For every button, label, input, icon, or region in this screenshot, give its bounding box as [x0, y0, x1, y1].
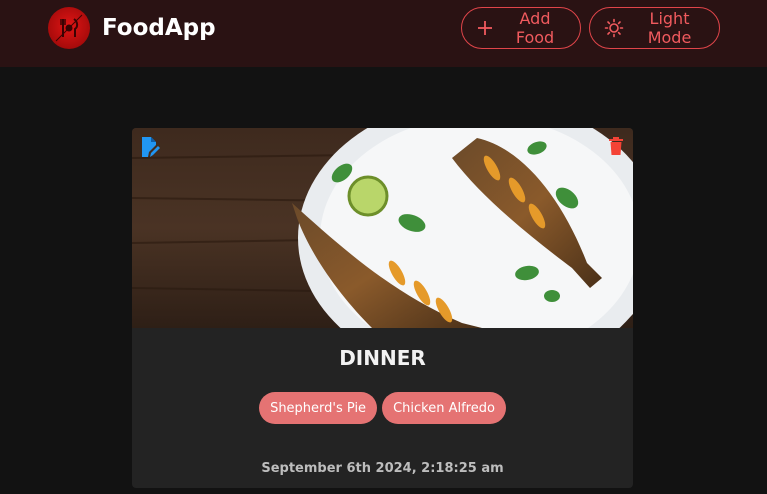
- fork-knife-logo-icon: [48, 7, 90, 49]
- brand-name: FoodApp: [102, 15, 216, 41]
- food-tag-chip[interactable]: Chicken Alfredo: [382, 392, 506, 424]
- navbar: FoodApp Add Food Light Mode: [0, 0, 767, 67]
- meal-type-title: DINNER: [339, 346, 426, 370]
- meal-image: [132, 128, 633, 328]
- meal-timestamp: September 6th 2024, 2:18:25 am: [261, 461, 504, 476]
- food-tag-chip[interactable]: Shepherd's Pie: [259, 392, 378, 424]
- food-tags: Shepherd's Pie Chicken Alfredo: [132, 392, 633, 424]
- light-mode-button[interactable]: Light Mode: [589, 7, 720, 49]
- edit-icon[interactable]: [140, 136, 160, 158]
- light-mode-label: Light Mode: [647, 9, 692, 47]
- trash-icon[interactable]: [609, 137, 623, 155]
- brand[interactable]: FoodApp: [48, 7, 216, 49]
- plus-icon: [478, 21, 492, 35]
- add-food-button[interactable]: Add Food: [461, 7, 581, 49]
- add-food-label: Add Food: [515, 9, 555, 47]
- meal-card: DINNER Shepherd's Pie Chicken Alfredo Se…: [132, 128, 633, 488]
- sun-icon: [604, 18, 624, 38]
